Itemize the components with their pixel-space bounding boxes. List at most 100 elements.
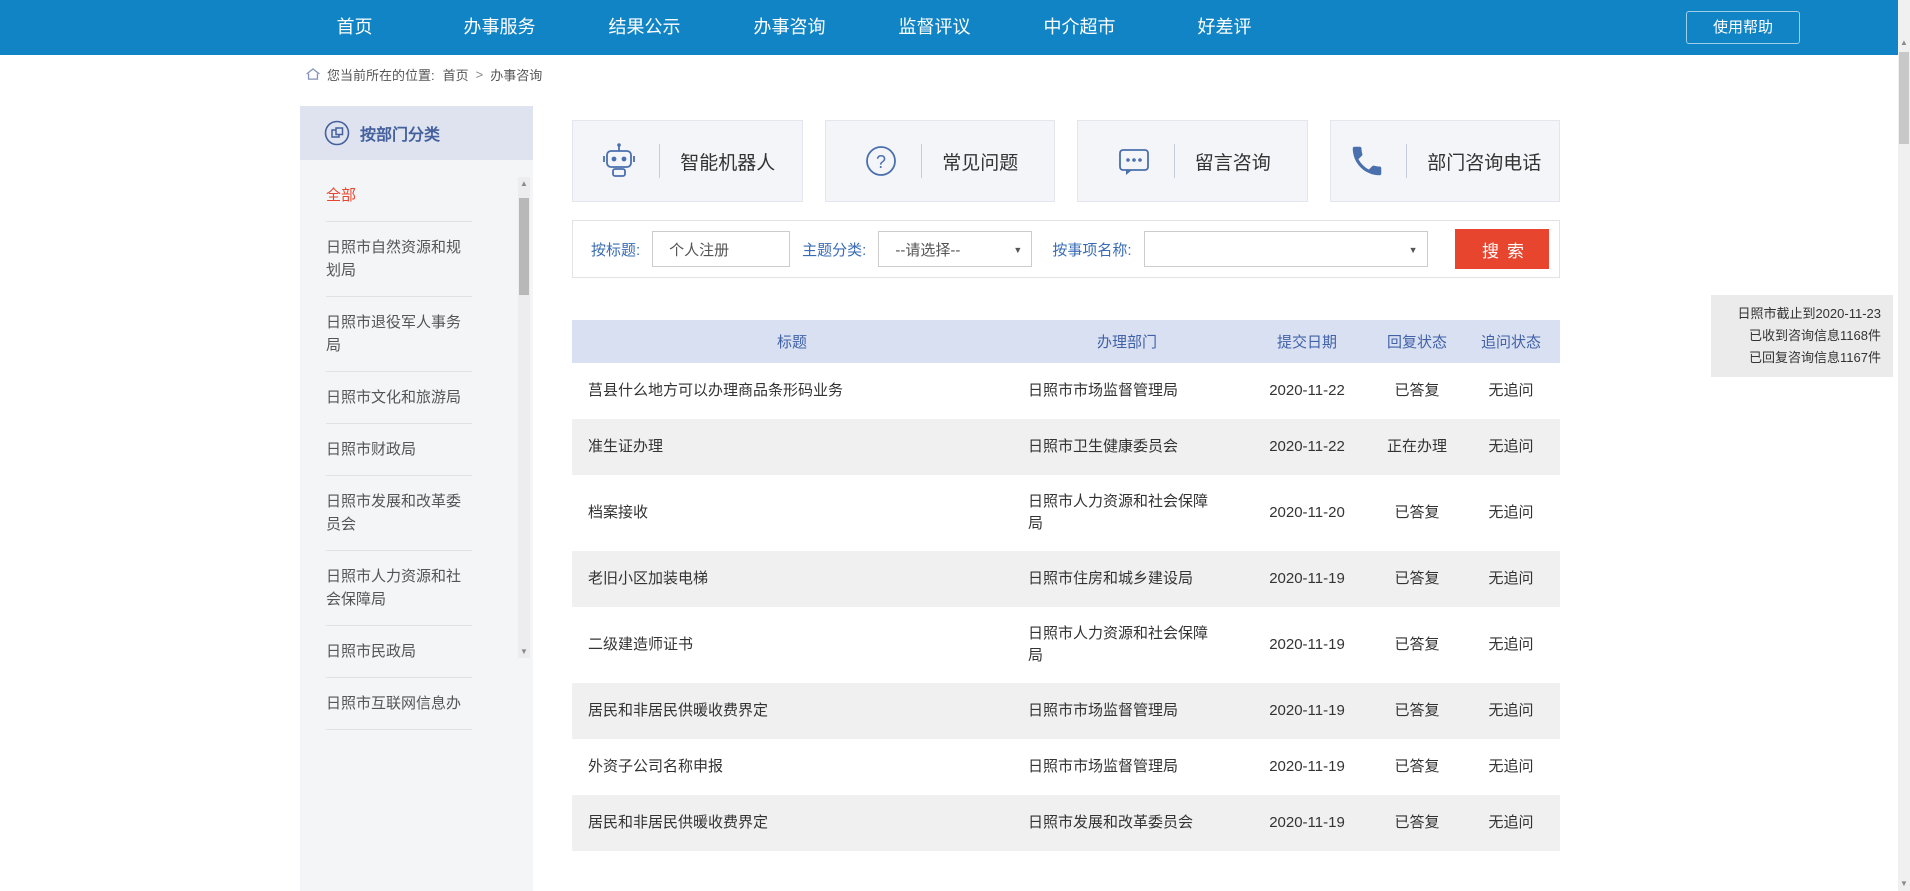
table-row[interactable]: 老旧小区加装电梯日照市住房和城乡建设局2020-11-19已答复无追问 <box>572 551 1560 607</box>
card-smart-robot[interactable]: 智能机器人 <box>572 120 803 202</box>
breadcrumb-home[interactable]: 首页 <box>443 65 469 84</box>
card-faq[interactable]: ? 常见问题 <box>825 120 1056 202</box>
search-button[interactable]: 搜索 <box>1455 229 1549 269</box>
breadcrumb-current: 办事咨询 <box>490 65 542 84</box>
nav-item-2[interactable]: 结果公示 <box>572 0 717 55</box>
row-reply-status: 已答复 <box>1372 700 1462 722</box>
scroll-up-icon[interactable]: ▲ <box>518 179 530 188</box>
stats-line3: 已回复咨询信息1167件 <box>1723 347 1881 369</box>
table-row[interactable]: 档案接收日照市人力资源和社会保障局2020-11-20已答复无追问 <box>572 475 1560 551</box>
top-navbar: 首页办事服务结果公示办事咨询监督评议中介超市好差评 使用帮助 <box>0 0 1898 55</box>
chevron-down-icon: ▼ <box>1409 245 1418 255</box>
item-name-select[interactable]: ▼ <box>1144 231 1428 267</box>
help-button[interactable]: 使用帮助 <box>1686 11 1800 44</box>
row-department: 日照市人力资源和社会保障局 <box>1012 491 1242 535</box>
table-row[interactable]: 外资子公司名称申报日照市市场监督管理局2020-11-19已答复无追问 <box>572 739 1560 795</box>
row-date: 2020-11-19 <box>1242 568 1372 590</box>
sidebar-item-0[interactable]: 全部 <box>326 170 472 222</box>
row-department: 日照市住房和城乡建设局 <box>1012 568 1242 590</box>
card-message[interactable]: 留言咨询 <box>1077 120 1308 202</box>
table-row[interactable]: 准生证办理日照市卫生健康委员会2020-11-22正在办理无追问 <box>572 419 1560 475</box>
row-followup-status: 无追问 <box>1462 634 1560 656</box>
phone-icon <box>1348 142 1386 180</box>
row-reply-status: 已答复 <box>1372 812 1462 834</box>
column-header-1: 办理部门 <box>1012 331 1242 352</box>
row-department: 日照市市场监督管理局 <box>1012 380 1242 402</box>
row-date: 2020-11-22 <box>1242 436 1372 458</box>
card-label: 留言咨询 <box>1195 148 1271 175</box>
row-title: 莒县什么地方可以办理商品条形码业务 <box>572 380 1012 402</box>
row-title: 居民和非居民供暖收费界定 <box>572 700 1012 722</box>
scroll-down-icon[interactable]: ▼ <box>518 647 530 656</box>
svg-text:?: ? <box>876 152 886 172</box>
breadcrumb-separator: > <box>476 67 484 82</box>
column-header-2: 提交日期 <box>1242 331 1372 352</box>
sidebar-item-6[interactable]: 日照市人力资源和社会保障局 <box>326 551 472 626</box>
row-date: 2020-11-22 <box>1242 380 1372 402</box>
card-label: 常见问题 <box>942 148 1018 175</box>
sidebar-item-5[interactable]: 日照市发展和改革委员会 <box>326 476 472 551</box>
robot-icon <box>599 141 639 181</box>
page-scrollbar-thumb[interactable] <box>1899 52 1909 144</box>
sidebar-item-8[interactable]: 日照市互联网信息办 <box>326 678 472 730</box>
row-reply-status: 已答复 <box>1372 568 1462 590</box>
row-title: 居民和非居民供暖收费界定 <box>572 812 1012 834</box>
home-icon <box>305 67 321 81</box>
row-department: 日照市人力资源和社会保障局 <box>1012 623 1242 667</box>
category-select[interactable]: --请选择-- ▼ <box>878 231 1032 267</box>
row-date: 2020-11-19 <box>1242 756 1372 778</box>
row-date: 2020-11-19 <box>1242 700 1372 722</box>
table-row[interactable]: 莒县什么地方可以办理商品条形码业务日照市市场监督管理局2020-11-22已答复… <box>572 363 1560 419</box>
sidebar-item-2[interactable]: 日照市退役军人事务局 <box>326 297 472 372</box>
nav-item-6[interactable]: 好差评 <box>1152 0 1297 55</box>
row-reply-status: 已答复 <box>1372 756 1462 778</box>
nav-item-0[interactable]: 首页 <box>282 0 427 55</box>
row-department: 日照市市场监督管理局 <box>1012 756 1242 778</box>
column-header-4: 追问状态 <box>1462 331 1560 352</box>
scroll-down-icon[interactable]: ▼ <box>1898 879 1910 888</box>
sidebar-item-4[interactable]: 日照市财政局 <box>326 424 472 476</box>
sidebar-title: 按部门分类 <box>360 121 440 145</box>
chevron-down-icon: ▼ <box>1013 245 1022 255</box>
nav-items: 首页办事服务结果公示办事咨询监督评议中介超市好差评 <box>282 0 1297 55</box>
nav-item-3[interactable]: 办事咨询 <box>717 0 862 55</box>
breadcrumb: 您当前所在的位置: 首页 > 办事咨询 <box>0 55 1898 93</box>
row-title: 准生证办理 <box>572 436 1012 458</box>
sidebar-header: 按部门分类 <box>300 106 533 160</box>
sidebar-item-1[interactable]: 日照市自然资源和规划局 <box>326 222 472 297</box>
row-title: 二级建造师证书 <box>572 634 1012 656</box>
card-divider <box>1174 144 1175 178</box>
sidebar-item-3[interactable]: 日照市文化和旅游局 <box>326 372 472 424</box>
table-row[interactable]: 二级建造师证书日照市人力资源和社会保障局2020-11-19已答复无追问 <box>572 607 1560 683</box>
message-icon <box>1114 141 1154 181</box>
row-reply-status: 已答复 <box>1372 380 1462 402</box>
table-row[interactable]: 居民和非居民供暖收费界定日照市发展和改革委员会2020-11-19已答复无追问 <box>572 795 1560 851</box>
sidebar-item-7[interactable]: 日照市民政局 <box>326 626 472 678</box>
row-department: 日照市卫生健康委员会 <box>1012 436 1242 458</box>
card-phone[interactable]: 部门咨询电话 <box>1330 120 1561 202</box>
title-input[interactable] <box>652 231 790 267</box>
card-label: 部门咨询电话 <box>1427 148 1541 175</box>
card-divider <box>921 144 922 178</box>
row-title: 外资子公司名称申报 <box>572 756 1012 778</box>
card-divider <box>1406 144 1407 178</box>
row-followup-status: 无追问 <box>1462 436 1560 458</box>
nav-item-5[interactable]: 中介超市 <box>1007 0 1152 55</box>
page-scrollbar[interactable]: ▲ ▼ <box>1898 0 1910 891</box>
table-row[interactable]: 居民和非居民供暖收费界定日照市市场监督管理局2020-11-19已答复无追问 <box>572 683 1560 739</box>
row-followup-status: 无追问 <box>1462 700 1560 722</box>
row-reply-status: 已答复 <box>1372 502 1462 524</box>
item-name-label: 按事项名称: <box>1052 239 1131 260</box>
main-content: 智能机器人 ? 常见问题 留言咨询 <box>572 120 1560 851</box>
category-select-value: --请选择-- <box>895 239 960 260</box>
nav-item-1[interactable]: 办事服务 <box>427 0 572 55</box>
breadcrumb-prefix: 您当前所在的位置: <box>327 65 435 84</box>
sidebar-scrollbar[interactable]: ▲ ▼ <box>518 177 530 658</box>
sidebar-scrollbar-thumb[interactable] <box>519 198 529 295</box>
scroll-up-icon[interactable]: ▲ <box>1898 38 1910 47</box>
row-followup-status: 无追问 <box>1462 502 1560 524</box>
row-reply-status: 正在办理 <box>1372 436 1462 458</box>
stats-box: 日照市截止到2020-11-23 已收到咨询信息1168件 已回复咨询信息116… <box>1711 295 1893 377</box>
table-body: 莒县什么地方可以办理商品条形码业务日照市市场监督管理局2020-11-22已答复… <box>572 363 1560 851</box>
nav-item-4[interactable]: 监督评议 <box>862 0 1007 55</box>
